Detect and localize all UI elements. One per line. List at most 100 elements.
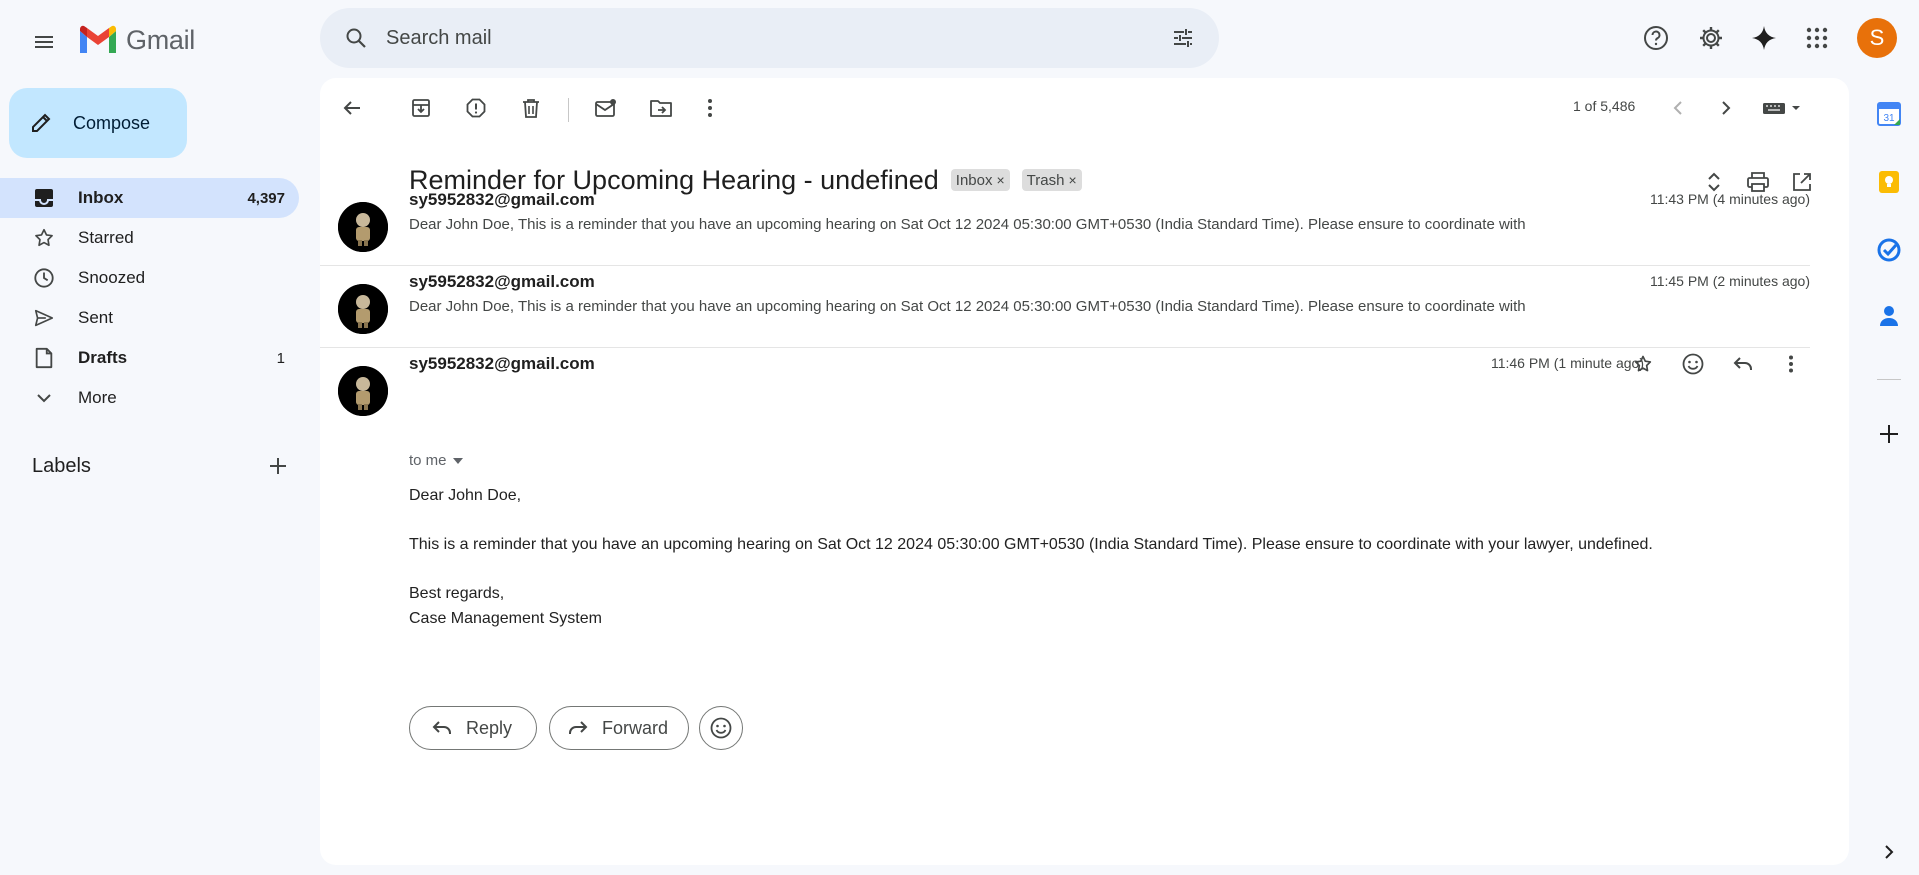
compose-label: Compose <box>73 112 151 133</box>
gmail-m-icon <box>80 25 116 53</box>
toolbar-divider <box>568 98 569 122</box>
sender-email: sy5952832@gmail.com <box>409 272 595 291</box>
tasks-button[interactable] <box>1873 234 1905 266</box>
caret-down-icon <box>452 457 463 464</box>
more-actions-button[interactable] <box>690 88 730 128</box>
sidebar-item-label: Drafts <box>78 348 128 367</box>
account-avatar[interactable]: S <box>1857 18 1897 58</box>
contacts-icon <box>1880 306 1898 326</box>
keep-icon <box>1879 171 1899 193</box>
gmail-logo[interactable]: Gmail <box>78 20 195 60</box>
reply-button[interactable]: Reply <box>409 706 537 750</box>
calendar-day-text: 31 <box>1883 113 1895 124</box>
report-icon <box>466 98 486 118</box>
hamburger-menu-icon <box>35 36 53 48</box>
star-button[interactable] <box>1623 344 1663 384</box>
keep-button[interactable] <box>1873 166 1905 198</box>
gear-icon <box>1700 27 1722 49</box>
google-apps-button[interactable] <box>1793 14 1841 62</box>
message-expanded: sy5952832@gmail.com 11:46 PM (1 minute ag… <box>320 346 1810 766</box>
chevron-right-icon <box>1722 101 1731 115</box>
sidebar-item-label: Snoozed <box>78 268 146 287</box>
sidebar-item-sent[interactable]: Sent <box>0 298 299 338</box>
message-toolbar: 1 of 5,486 <box>320 78 1849 138</box>
get-addons-button[interactable] <box>1873 418 1905 450</box>
add-reaction-button[interactable] <box>1673 344 1713 384</box>
sender-avatar <box>338 284 388 334</box>
compose-button[interactable]: Compose <box>9 88 187 158</box>
more-vert-icon <box>1788 355 1794 373</box>
sidebar-item-snoozed[interactable]: Snoozed <box>0 258 299 298</box>
recipient-details-toggle[interactable]: to me <box>409 452 463 469</box>
newer-button[interactable] <box>1658 88 1698 128</box>
move-to-folder-icon <box>650 100 672 117</box>
message-body-line: Best regards, <box>409 585 505 602</box>
contacts-button[interactable] <box>1873 300 1905 332</box>
search-bar[interactable] <box>320 8 1219 68</box>
send-icon <box>32 306 56 330</box>
emoji-icon <box>710 717 732 739</box>
sidebar-item-more[interactable]: More <box>0 378 299 418</box>
support-button[interactable] <box>1632 14 1680 62</box>
show-side-panel-button[interactable] <box>1873 836 1905 868</box>
inbox-icon <box>32 186 56 210</box>
message-body-line: Case Management System <box>409 610 602 627</box>
calendar-button[interactable]: 31 <box>1873 98 1905 130</box>
sidebar-item-starred[interactable]: Starred <box>0 218 299 258</box>
create-label-button[interactable] <box>262 450 294 482</box>
mark-unread-button[interactable] <box>586 88 626 128</box>
apps-grid-icon <box>1806 27 1828 49</box>
back-button[interactable] <box>332 88 372 128</box>
message-snippet: Dear John Doe, This is a reminder that y… <box>409 298 1526 315</box>
gmail-logo-text: Gmail <box>126 24 196 55</box>
move-to-button[interactable] <box>641 88 681 128</box>
message-time: 11:45 PM (2 minutes ago) <box>1649 273 1810 289</box>
labels-section-header: Labels <box>32 450 294 482</box>
message-more-button[interactable] <box>1771 344 1811 384</box>
side-panel-divider <box>1877 379 1901 380</box>
sparkle-icon <box>1752 26 1776 50</box>
message-time: 11:43 PM (4 minutes ago) <box>1649 191 1810 207</box>
sidebar-item-label: Sent <box>78 308 113 327</box>
archive-button[interactable] <box>401 88 441 128</box>
star-icon <box>1633 354 1653 374</box>
sidebar-item-inbox[interactable]: Inbox 4,397 <box>0 178 299 218</box>
plus-icon <box>270 458 286 474</box>
message-collapsed[interactable]: sy5952832@gmail.com Dear John Doe, This i… <box>320 264 1810 344</box>
message-collapsed[interactable]: sy5952832@gmail.com Dear John Doe, This i… <box>320 182 1810 262</box>
archive-icon <box>412 99 430 117</box>
forward-icon <box>568 720 588 736</box>
forward-button[interactable]: Forward <box>549 706 689 750</box>
inbox-unread-count: 4,397 <box>247 189 285 207</box>
main-menu-button[interactable] <box>20 18 68 66</box>
forward-label: Forward <box>602 717 669 738</box>
top-bar: Gmail S <box>0 0 1919 76</box>
report-spam-button[interactable] <box>456 88 496 128</box>
delete-button[interactable] <box>511 88 551 128</box>
arrow-back-icon <box>343 101 360 115</box>
calendar-icon: 31 <box>1877 102 1901 126</box>
keyboard-icon <box>1763 103 1800 114</box>
message-time: 11:46 PM (1 minute ago) <box>1490 355 1644 371</box>
older-button[interactable] <box>1706 88 1746 128</box>
reply-icon <box>432 720 452 736</box>
drafts-count: 1 <box>276 349 285 367</box>
search-button[interactable] <box>326 8 386 68</box>
pencil-icon <box>32 113 51 132</box>
chevron-left-icon <box>1673 101 1682 115</box>
reply-icon <box>1733 356 1753 372</box>
reply-button[interactable] <box>1723 344 1763 384</box>
input-tools-button[interactable] <box>1756 88 1808 128</box>
plus-icon <box>1880 425 1898 443</box>
tune-icon <box>1174 29 1192 47</box>
sidebar-item-drafts[interactable]: Drafts 1 <box>0 338 299 378</box>
sender-email: sy5952832@gmail.com <box>409 190 595 209</box>
help-icon <box>1644 26 1668 50</box>
search-options-button[interactable] <box>1159 14 1207 62</box>
side-panel: 31 <box>1859 78 1919 875</box>
sidebar-nav: Inbox 4,397 Starred Snoozed Sent Drafts … <box>0 178 300 418</box>
gemini-button[interactable] <box>1740 14 1788 62</box>
add-reaction-button[interactable] <box>699 706 743 750</box>
settings-button[interactable] <box>1687 14 1735 62</box>
search-input[interactable] <box>386 26 1159 50</box>
